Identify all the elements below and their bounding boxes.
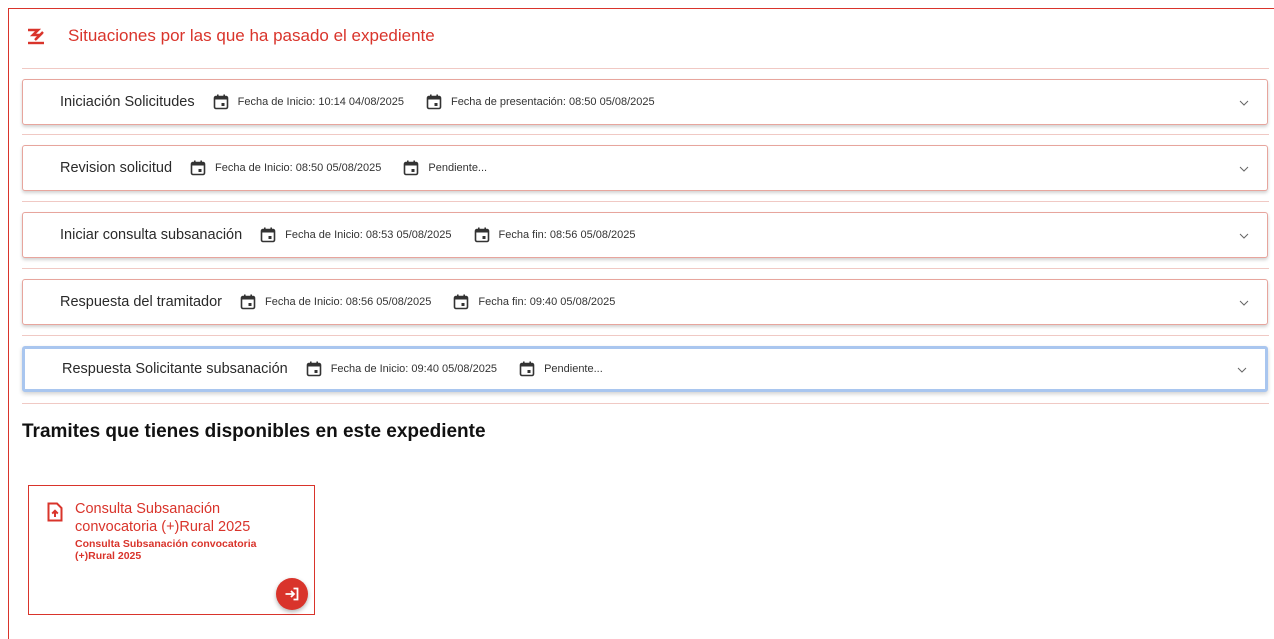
end-date: Pendiente... (519, 361, 603, 377)
calendar-icon (213, 94, 228, 110)
situation-title: Respuesta del tramitador (60, 294, 222, 310)
calendar-icon (306, 361, 322, 377)
divider (22, 403, 1269, 404)
calendar-icon (474, 227, 489, 243)
situation-panel[interactable]: Iniciar consulta subsanación Fecha de In… (22, 212, 1268, 258)
situation-panel[interactable]: Iniciación Solicitudes Fecha de Inicio: … (22, 79, 1268, 125)
start-date-text: Fecha de Inicio: 08:50 05/08/2025 (215, 162, 382, 174)
start-date-text: Fecha de Inicio: 10:14 04/08/2025 (237, 96, 404, 108)
start-date-text: Fecha de Inicio: 09:40 05/08/2025 (330, 363, 498, 375)
chevron-down-icon[interactable] (1239, 100, 1249, 106)
start-date-text: Fecha de Inicio: 08:53 05/08/2025 (285, 229, 452, 241)
calendar-icon (519, 361, 535, 377)
situations-header: Situaciones por las que ha pasado el exp… (26, 22, 435, 50)
calendar-icon (260, 227, 276, 243)
section-title: Situaciones por las que ha pasado el exp… (68, 26, 435, 45)
situation-title: Revision solicitud (60, 160, 173, 176)
situation-title: Iniciación Solicitudes (60, 94, 195, 110)
divider (22, 335, 1269, 336)
situation-panel[interactable]: Revision solicitud Fecha de Inicio: 08:5… (22, 145, 1268, 191)
chevron-down-icon[interactable] (1239, 300, 1249, 306)
divider (22, 134, 1269, 135)
end-date: Fecha fin: 08:56 05/08/2025 (474, 227, 636, 243)
start-date: Fecha de Inicio: 10:14 04/08/2025 (213, 94, 404, 110)
end-date: Pendiente... (403, 160, 487, 176)
file-upload-icon (47, 502, 63, 522)
end-date: Fecha de presentación: 08:50 05/08/2025 (426, 94, 655, 110)
calendar-icon (426, 94, 442, 110)
start-date: Fecha de Inicio: 08:53 05/08/2025 (260, 227, 452, 243)
end-date: Fecha fin: 09:40 05/08/2025 (453, 294, 615, 310)
tramites-title: Tramites que tienes disponibles en este … (22, 421, 486, 442)
tramite-card[interactable]: Consulta Subsanación convocatoria (+)Rur… (28, 485, 315, 615)
end-date-text: Fecha de presentación: 08:50 05/08/2025 (450, 96, 655, 108)
calendar-icon (454, 294, 469, 310)
end-date-text: Fecha fin: 08:56 05/08/2025 (498, 229, 636, 241)
login-arrow-icon (285, 587, 299, 601)
end-date-text: Fecha fin: 09:40 05/08/2025 (478, 296, 616, 308)
signature-icon (28, 28, 44, 45)
end-date-text: Pendiente... (544, 363, 603, 375)
situation-title: Respuesta Solicitante subsanación (62, 361, 288, 377)
tramite-card-subtitle: Consulta Subsanación convocatoria (+)Rur… (75, 538, 257, 562)
calendar-icon (404, 160, 419, 176)
situation-panel[interactable]: Respuesta del tramitador Fecha de Inicio… (22, 279, 1268, 325)
start-date: Fecha de Inicio: 09:40 05/08/2025 (306, 361, 497, 377)
divider (22, 201, 1269, 202)
end-date-text: Pendiente... (428, 162, 488, 174)
divider (22, 68, 1269, 69)
chevron-down-icon[interactable] (1239, 233, 1249, 239)
tramite-card-title[interactable]: Consulta Subsanación convocatoria (+)Rur… (75, 500, 305, 536)
start-date: Fecha de Inicio: 08:56 05/08/2025 (240, 294, 431, 310)
situation-title: Iniciar consulta subsanación (60, 227, 243, 243)
chevron-down-icon[interactable] (1239, 166, 1249, 172)
enter-tramite-button[interactable] (276, 578, 308, 610)
start-date: Fecha de Inicio: 08:50 05/08/2025 (190, 160, 381, 176)
divider (22, 268, 1269, 269)
chevron-down-icon[interactable] (1237, 367, 1247, 373)
calendar-icon (240, 294, 256, 310)
start-date-text: Fecha de Inicio: 08:56 05/08/2025 (265, 296, 432, 308)
calendar-icon (190, 160, 206, 176)
situation-panel[interactable]: Respuesta Solicitante subsanación Fecha … (22, 346, 1268, 392)
